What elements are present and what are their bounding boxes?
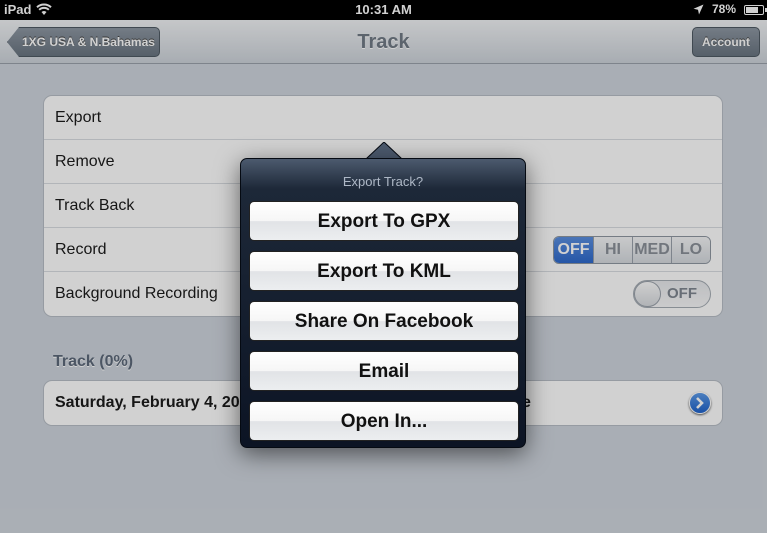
popover-title: Export Track? — [342, 174, 424, 189]
export-kml-button[interactable]: Export To KML — [249, 251, 519, 291]
export-popover: Export Track? Export To GPX Export To KM… — [240, 158, 526, 448]
popover-arrow — [366, 142, 402, 159]
email-button[interactable]: Email — [249, 351, 519, 391]
open-in-button[interactable]: Open In... — [249, 401, 519, 441]
export-gpx-button[interactable]: Export To GPX — [249, 201, 519, 241]
share-facebook-button[interactable]: Share On Facebook — [249, 301, 519, 341]
